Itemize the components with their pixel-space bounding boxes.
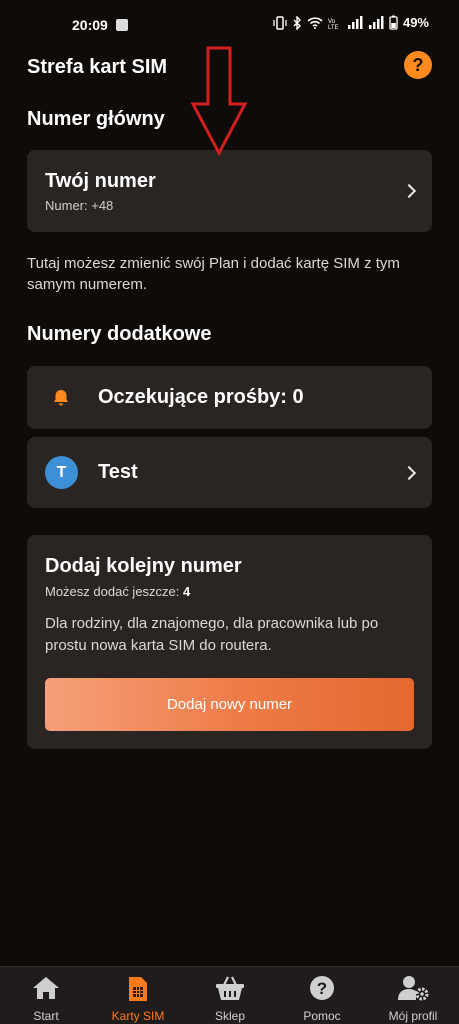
your-number-title: Twój numer [45,170,156,192]
battery-icon [389,15,398,30]
screen: 20:09 Vo LTE 49% Strefa kart SIM ? Numer … [0,0,459,1024]
home-icon [33,977,59,999]
status-icons: Vo LTE 49% [273,15,429,30]
page-title: Strefa kart SIM [27,56,168,78]
help-button[interactable]: ? [404,51,432,79]
help-icon: ? [310,976,334,1000]
nav-item-profile[interactable]: Mój profil [367,967,459,1024]
profile-settings-icon [398,976,429,1001]
avatar: T [45,456,78,489]
add-new-number-button[interactable]: Dodaj nowy numer [45,678,414,731]
bottom-nav: Start Karty SIM Sklep ? Pomoc Mój profil [0,966,459,1024]
pending-requests-card[interactable]: Oczekujące prośby: 0 [27,366,432,429]
chevron-right-icon [401,465,417,481]
basket-icon [216,976,244,1000]
remaining-label: Możesz dodać jeszcze: [45,584,184,599]
nav-label-sim-cards: Karty SIM [111,1009,165,1023]
additional-number-name: Test [98,461,138,483]
add-number-title: Dodaj kolejny numer [45,555,242,577]
nav-item-sim-cards[interactable]: Karty SIM [92,967,184,1024]
status-time: 20:09 [72,17,108,33]
sim-card-icon [129,977,147,1001]
nav-label-help: Pomoc [303,1009,341,1023]
svg-text:?: ? [317,979,327,998]
add-number-description: Dla rodziny, dla znajomego, dla pracowni… [45,615,379,654]
nav-label-profile: Mój profil [388,1009,438,1023]
section-title-main-number: Numer główny [27,108,165,130]
nav-item-shop[interactable]: Sklep [184,967,276,1024]
battery-percent: 49% [402,15,429,30]
your-number-card[interactable]: Twój numer Numer: +48 [27,150,432,232]
vibrate-icon [273,15,287,30]
signal-2-icon [368,16,384,29]
pending-requests-label: Oczekujące prośby: 0 [98,386,304,408]
status-bar: 20:09 Vo LTE 49% [0,0,459,40]
section-title-additional-numbers: Numery dodatkowe [27,323,212,345]
annotation-arrow-icon [190,46,248,156]
additional-number-item[interactable]: T Test [27,437,432,508]
nav-label-shop: Sklep [214,1009,246,1023]
add-number-remaining: Możesz dodać jeszcze: 4 [45,584,190,599]
nav-label-start: Start [33,1009,59,1023]
nav-item-start[interactable]: Start [0,967,92,1024]
bluetooth-icon [293,15,301,30]
main-number-description: Tutaj możesz zmienić swój Plan i dodać k… [27,255,400,293]
nav-item-help[interactable]: ? Pomoc [276,967,368,1024]
bell-icon [54,390,68,406]
signal-icon [347,16,363,29]
wifi-icon [307,17,323,29]
add-number-card: Dodaj kolejny numer Możesz dodać jeszcze… [27,535,432,749]
your-number-subtitle: Numer: +48 [45,198,114,213]
remaining-count: 4 [183,584,191,599]
volte-icon: VoLTE [328,19,339,30]
notification-icon [116,19,128,31]
chevron-right-icon [401,183,417,199]
svg-text:LTE: LTE [328,25,339,30]
